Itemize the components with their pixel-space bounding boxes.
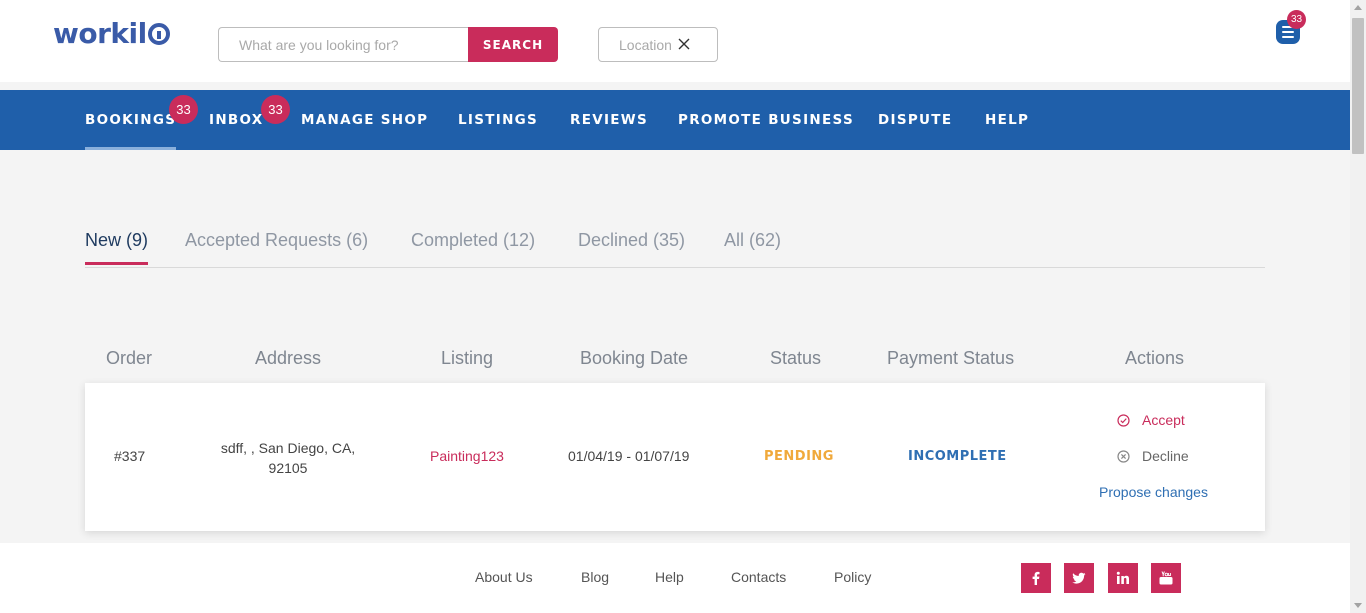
location-label: Location	[619, 37, 672, 53]
close-icon[interactable]	[677, 37, 691, 51]
location-field[interactable]: Location	[598, 27, 718, 62]
address-line-2: 92105	[268, 460, 308, 476]
facebook-icon[interactable]	[1021, 563, 1051, 593]
status-badge: PENDING	[764, 449, 834, 464]
footer-link-help[interactable]: Help	[655, 569, 684, 585]
footer-link-policy[interactable]: Policy	[834, 569, 871, 585]
tab-accepted-requests[interactable]: Accepted Requests (6)	[185, 230, 368, 251]
header-booking-date: Booking Date	[580, 348, 689, 368]
nav-item-promote-business[interactable]: PROMOTE BUSINESS	[678, 90, 854, 150]
scroll-thumb[interactable]	[1352, 18, 1364, 154]
tab-new[interactable]: New (9)	[85, 230, 149, 265]
site-footer: About Us Blog Help Contacts Policy	[0, 543, 1350, 613]
nav-item-bookings[interactable]: BOOKINGS	[85, 90, 177, 150]
search-input[interactable]	[218, 27, 470, 62]
footer-link-blog[interactable]: Blog	[581, 569, 609, 585]
footer-link-contacts[interactable]: Contacts	[731, 569, 786, 585]
nav-item-reviews[interactable]: REVIEWS	[570, 90, 648, 150]
nav-item-listings[interactable]: LISTINGS	[458, 90, 538, 150]
header-order: Order	[106, 348, 153, 368]
check-circle-icon	[1117, 414, 1130, 427]
bookings-badge: 33	[169, 95, 198, 124]
scroll-up-arrow-icon[interactable]	[1354, 5, 1362, 10]
header-payment-status: Payment Status	[887, 348, 1015, 368]
footer-link-about-us[interactable]: About Us	[475, 569, 533, 585]
twitter-icon[interactable]	[1064, 563, 1094, 593]
decline-label: Decline	[1142, 448, 1189, 464]
search-button[interactable]: SEARCH	[468, 27, 558, 62]
address-line-1: sdff, , San Diego, CA,	[220, 440, 356, 456]
header-listing: Listing	[441, 348, 494, 368]
tab-completed[interactable]: Completed (12)	[411, 230, 535, 251]
order-number: #337	[114, 448, 146, 464]
payment-status-badge: INCOMPLETE	[908, 449, 1007, 464]
header-address: Address	[255, 348, 322, 368]
listing-link[interactable]: Painting123	[430, 448, 504, 464]
main-nav: BOOKINGS 33 INBOX 33 MANAGE SHOP LISTING…	[0, 90, 1350, 150]
table-row: #337 sdff, , San Diego, CA, 92105 Painti…	[85, 383, 1265, 531]
header-status: Status	[770, 348, 822, 368]
inbox-badge: 33	[261, 95, 290, 124]
tab-declined[interactable]: Declined (35)	[578, 230, 685, 251]
address-cell: sdff, , San Diego, CA, 92105	[203, 438, 373, 478]
nav-item-inbox[interactable]: INBOX	[209, 90, 264, 150]
nav-item-help[interactable]: HELP	[985, 90, 1029, 150]
site-header: workil SEARCH Location 33	[0, 0, 1350, 82]
page-scrollbar[interactable]	[1350, 0, 1366, 613]
header-actions: Actions	[1125, 348, 1185, 368]
tab-all[interactable]: All (62)	[724, 230, 781, 251]
decline-button[interactable]: Decline	[1117, 448, 1217, 466]
youtube-icon[interactable]	[1151, 563, 1181, 593]
workilo-logo[interactable]: workil	[53, 17, 170, 50]
accept-label: Accept	[1142, 412, 1185, 428]
scroll-down-arrow-icon[interactable]	[1354, 603, 1362, 608]
notification-badge: 33	[1287, 10, 1306, 29]
linkedin-icon[interactable]	[1108, 563, 1138, 593]
tabs-divider	[85, 267, 1265, 268]
x-circle-icon	[1117, 450, 1130, 463]
accept-button[interactable]: Accept	[1117, 412, 1217, 430]
booking-date: 01/04/19 - 01/07/19	[568, 448, 690, 464]
propose-changes-link[interactable]: Propose changes	[1099, 484, 1208, 500]
nav-item-dispute[interactable]: DISPUTE	[878, 90, 952, 150]
nav-item-manage-shop[interactable]: MANAGE SHOP	[301, 90, 428, 150]
